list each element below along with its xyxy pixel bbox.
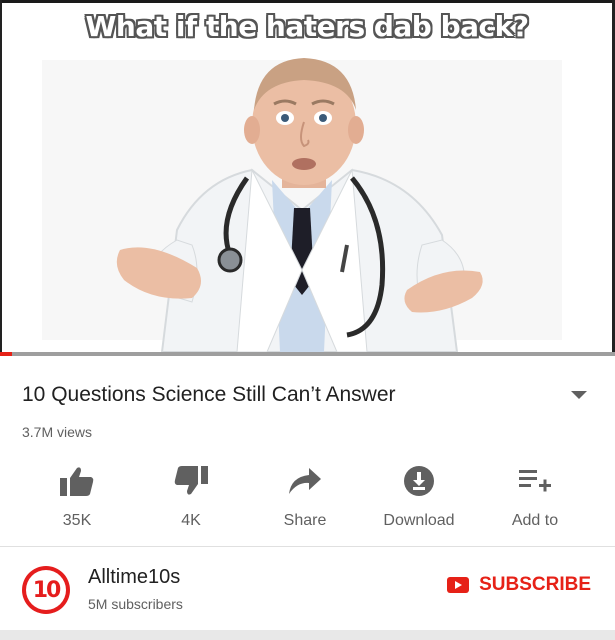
download-button[interactable]: Download bbox=[364, 455, 474, 537]
avatar-text: 10 bbox=[32, 577, 62, 603]
download-label: Download bbox=[383, 512, 455, 529]
expand-description-icon[interactable] bbox=[571, 391, 587, 399]
action-bar: 35K 4K Share Download Add to bbox=[0, 455, 615, 537]
channel-row: 10 Alltime10s 5M subscribers SUBSCRIBE bbox=[0, 550, 615, 630]
share-label: Share bbox=[283, 512, 327, 529]
avatar-inner: 10 bbox=[26, 570, 66, 610]
add-to-button[interactable]: Add to bbox=[480, 455, 590, 537]
title-row[interactable]: 10 Questions Science Still Can’t Answer bbox=[22, 380, 593, 410]
meme-caption: What if the haters dab back? bbox=[85, 10, 529, 43]
channel-name[interactable]: Alltime10s bbox=[88, 566, 180, 589]
thumbs-up-icon bbox=[57, 461, 97, 501]
add-to-label: Add to bbox=[511, 512, 559, 529]
bottom-separator bbox=[0, 630, 615, 640]
like-button[interactable]: 35K bbox=[22, 455, 132, 537]
like-count: 35K bbox=[62, 512, 92, 529]
doctor-illustration bbox=[42, 58, 562, 352]
video-title: 10 Questions Science Still Can’t Answer bbox=[22, 383, 396, 406]
download-icon bbox=[399, 461, 439, 501]
share-button[interactable]: Share bbox=[250, 455, 360, 537]
dislike-count: 4K bbox=[181, 512, 201, 529]
subscribe-label: SUBSCRIBE bbox=[479, 574, 591, 595]
share-icon bbox=[285, 461, 325, 501]
divider bbox=[0, 546, 615, 547]
dislike-button[interactable]: 4K bbox=[136, 455, 246, 537]
add-to-playlist-icon bbox=[515, 461, 555, 501]
channel-avatar[interactable]: 10 bbox=[22, 566, 70, 614]
progress-fill bbox=[0, 352, 13, 356]
subscribe-button[interactable]: SUBSCRIBE bbox=[447, 574, 591, 596]
youtube-play-icon bbox=[447, 577, 470, 593]
video-player[interactable]: What if the haters dab back? bbox=[0, 0, 615, 352]
view-count: 3.7M views bbox=[22, 424, 93, 440]
subscriber-count: 5M subscribers bbox=[88, 596, 183, 612]
thumbs-down-icon bbox=[171, 461, 211, 501]
video-progress-bar[interactable] bbox=[0, 352, 615, 356]
